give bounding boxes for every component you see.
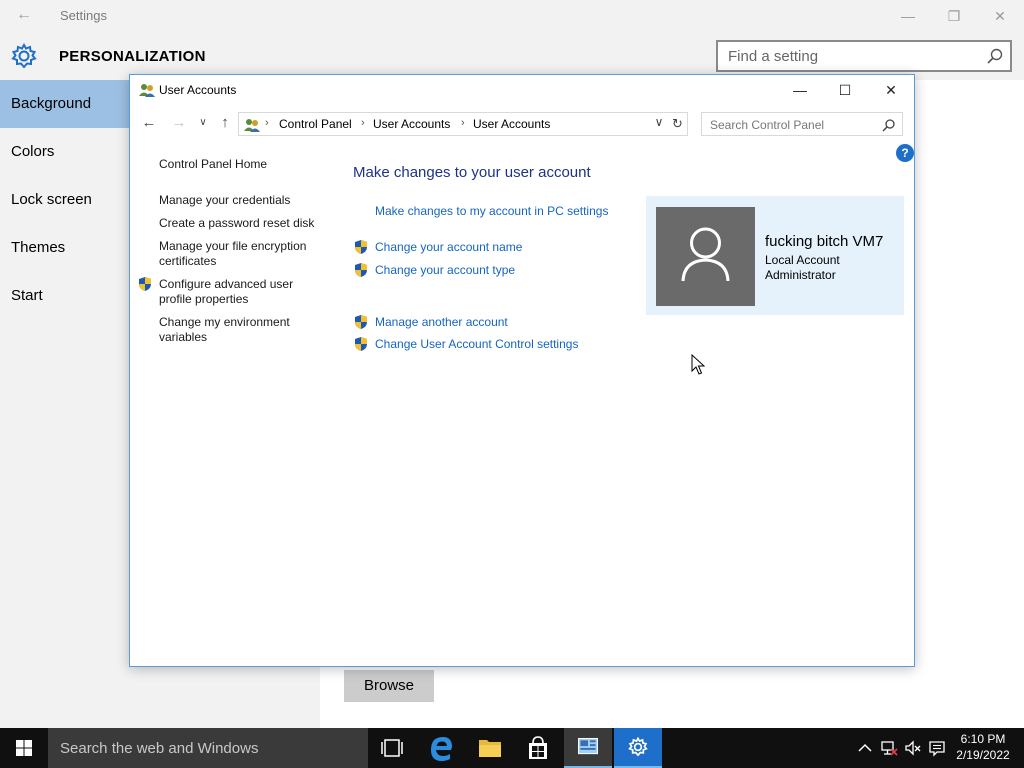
uac-shield-icon	[355, 263, 367, 277]
uac-shield-icon	[355, 240, 367, 254]
up-icon[interactable]: ↑	[214, 112, 236, 134]
minimize-icon[interactable]: —	[896, 4, 920, 28]
account-role: Administrator	[765, 268, 836, 282]
uac-shield-icon	[139, 277, 151, 291]
address-bar[interactable]: › Control Panel › User Accounts › User A…	[238, 112, 686, 136]
gear-icon	[11, 42, 37, 69]
find-setting-input[interactable]: Find a setting	[716, 40, 1012, 72]
breadcrumb-separator-icon: ›	[265, 117, 269, 129]
search-icon[interactable]	[986, 47, 1004, 65]
control-panel-home-link[interactable]: Control Panel Home	[159, 157, 319, 172]
user-accounts-icon	[139, 84, 155, 97]
search-icon[interactable]	[882, 118, 896, 132]
browse-button[interactable]: Browse	[344, 670, 434, 702]
account-name: fucking bitch VM7	[765, 233, 884, 250]
edge-browser-icon[interactable]	[418, 728, 466, 768]
change-account-type-link[interactable]: Change your account type	[375, 263, 515, 277]
password-reset-disk-link[interactable]: Create a password reset disk	[159, 216, 319, 231]
settings-titlebar: ← Settings — ❐ ✕	[0, 0, 1024, 32]
find-setting-placeholder: Find a setting	[728, 48, 819, 65]
store-icon[interactable]	[514, 728, 562, 768]
manage-another-account-link[interactable]: Manage another account	[375, 315, 508, 329]
action-center-icon[interactable]	[928, 739, 946, 757]
back-arrow-icon[interactable]: ←	[14, 6, 34, 24]
breadcrumb-separator-icon: ›	[361, 117, 365, 129]
volume-muted-icon[interactable]	[904, 739, 922, 757]
address-dropdown-chevron-icon[interactable]: ∨	[651, 115, 667, 129]
user-silhouette-icon	[681, 227, 730, 282]
change-account-name-link[interactable]: Change your account name	[375, 240, 522, 254]
control-panel-icon	[244, 119, 260, 132]
settings-header: PERSONALIZATION Find a setting	[0, 40, 1024, 74]
restore-icon[interactable]: ❐	[942, 4, 966, 28]
ua-close-icon[interactable]: ✕	[868, 75, 914, 105]
account-tile: fucking bitch VM7 Local Account Administ…	[646, 196, 904, 315]
taskbar-search-placeholder: Search the web and Windows	[60, 740, 259, 757]
ua-maximize-icon[interactable]: ☐	[822, 75, 868, 105]
help-icon[interactable]: ?	[896, 144, 914, 162]
clock-time: 6:10 PM	[960, 732, 1006, 746]
search-control-panel-input[interactable]: Search Control Panel	[701, 112, 903, 136]
close-icon[interactable]: ✕	[988, 4, 1012, 28]
ua-navbar: ← → ∨ ↑ › Control Panel › User Accounts …	[130, 109, 914, 137]
breadcrumb-separator-icon: ›	[461, 117, 465, 129]
control-panel-taskbar-icon[interactable]	[564, 728, 612, 768]
windows-start-icon[interactable]	[0, 728, 48, 768]
manage-credentials-link[interactable]: Manage your credentials	[159, 193, 319, 208]
task-view-icon[interactable]	[368, 728, 416, 768]
breadcrumb-user-accounts-current[interactable]: User Accounts	[473, 117, 550, 131]
settings-app-title: Settings	[60, 8, 107, 23]
ua-minimize-icon[interactable]: —	[777, 75, 823, 105]
account-type: Local Account	[765, 253, 840, 267]
ua-window-title: User Accounts	[159, 83, 237, 97]
uac-shield-icon	[355, 315, 367, 329]
settings-taskbar-icon[interactable]	[614, 728, 662, 768]
refresh-icon[interactable]: ↻	[668, 112, 688, 136]
network-disconnected-icon[interactable]	[880, 739, 898, 757]
search-control-panel-placeholder: Search Control Panel	[710, 118, 825, 132]
pc-settings-link[interactable]: Make changes to my account in PC setting…	[375, 204, 608, 218]
breadcrumb-control-panel[interactable]: Control Panel	[279, 117, 352, 131]
taskbar-search-input[interactable]: Search the web and Windows	[48, 728, 368, 768]
main-heading: Make changes to your user account	[353, 164, 591, 181]
environment-variables-link[interactable]: Change my environment variables	[159, 315, 309, 345]
ua-titlebar: User Accounts — ☐ ✕	[130, 75, 914, 105]
user-accounts-window: User Accounts — ☐ ✕ ← → ∨ ↑ › Control Pa…	[129, 74, 915, 667]
back-icon[interactable]: ←	[138, 112, 160, 134]
uac-shield-icon	[355, 337, 367, 351]
file-explorer-icon[interactable]	[466, 728, 514, 768]
advanced-profile-properties-link[interactable]: Configure advanced user profile properti…	[159, 277, 309, 307]
clock-date: 2/19/2022	[956, 748, 1010, 762]
uac-settings-link[interactable]: Change User Account Control settings	[375, 337, 578, 351]
recent-locations-chevron-icon[interactable]: ∨	[192, 112, 214, 134]
breadcrumb-user-accounts[interactable]: User Accounts	[373, 117, 450, 131]
taskbar-clock[interactable]: 6:10 PM 2/19/2022	[950, 731, 1016, 763]
show-hidden-icons-chevron-icon[interactable]	[856, 739, 874, 757]
mouse-cursor-icon	[691, 354, 705, 375]
page-title: PERSONALIZATION	[59, 48, 206, 65]
forward-icon[interactable]: →	[168, 112, 190, 134]
file-encryption-certificates-link[interactable]: Manage your file encryption certificates	[159, 239, 319, 269]
taskbar: Search the web and Windows 6:10 PM 2/19/…	[0, 728, 1024, 768]
avatar	[656, 207, 755, 306]
